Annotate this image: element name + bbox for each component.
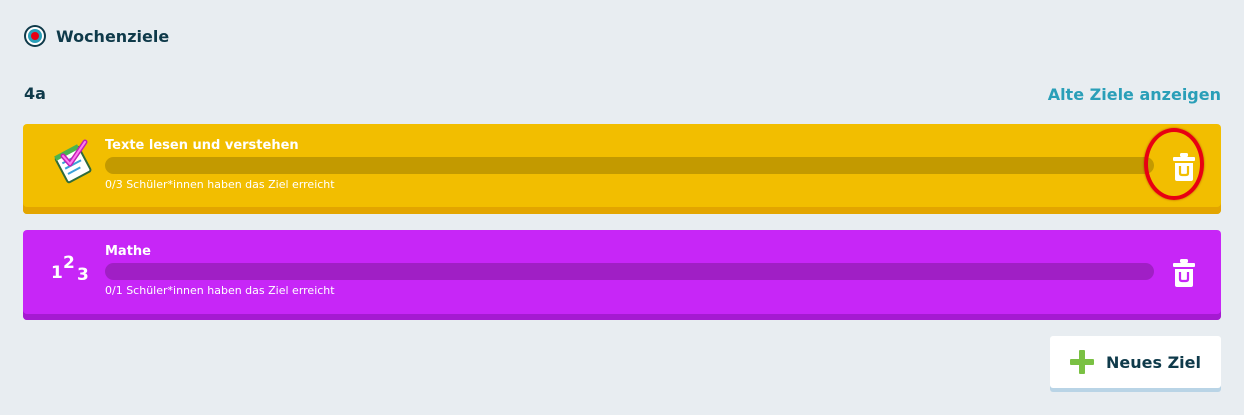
goal-card-math[interactable]: 1 2 3 Mathe 0/1 Schüler*innen haben das … [23,230,1221,320]
svg-text:2: 2 [63,253,75,273]
goal-progress-bar [105,157,1154,174]
new-goal-button[interactable]: Neues Ziel [1050,336,1221,388]
delete-goal-button[interactable] [1171,152,1197,182]
goal-title: Mathe [105,244,151,259]
class-name: 4a [24,84,46,103]
goal-status: 0/3 Schüler*innen haben das Ziel erreich… [105,178,335,191]
trash-icon [1171,153,1197,185]
page-title: Wochenziele [56,26,170,46]
weekly-goals-page: Wochenziele 4a Alte Ziele anzeigen Texte… [0,0,1244,415]
new-goal-label: Neues Ziel [1106,352,1201,372]
plus-icon [1070,350,1094,374]
page-header: Wochenziele [23,24,169,48]
goal-title: Texte lesen und verstehen [105,138,299,153]
goal-card-reading[interactable]: Texte lesen und verstehen 0/3 Schüler*in… [23,124,1221,214]
delete-goal-button[interactable] [1171,258,1197,288]
target-icon [23,24,47,48]
svg-text:1: 1 [51,263,63,283]
goal-status: 0/1 Schüler*innen haben das Ziel erreich… [105,284,335,297]
numbers-123-icon: 1 2 3 [51,244,97,290]
trash-icon [1171,259,1197,291]
show-old-goals-link[interactable]: Alte Ziele anzeigen [1048,85,1221,104]
svg-text:3: 3 [77,265,89,285]
reading-checklist-icon [51,138,97,184]
goal-progress-bar [105,263,1154,280]
